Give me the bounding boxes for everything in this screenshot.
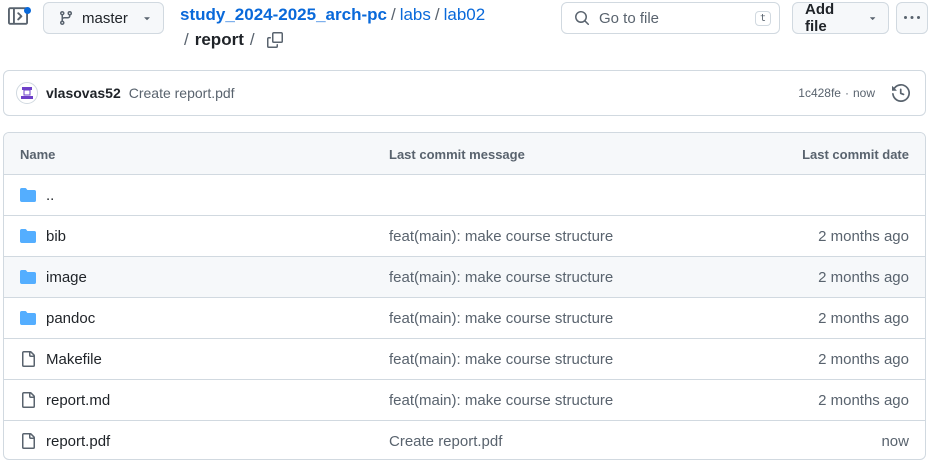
latest-commit-bar: vlasovas52 Create report.pdf 1c428fe · n… bbox=[3, 70, 926, 116]
folder-icon bbox=[20, 270, 36, 284]
breadcrumb-labs-link[interactable]: labs bbox=[400, 5, 431, 24]
file-name[interactable]: bib bbox=[46, 228, 66, 245]
more-options-button[interactable] bbox=[896, 2, 928, 34]
commit-author[interactable]: vlasovas52 bbox=[46, 85, 121, 101]
row-commit-message[interactable]: feat(main): make course structure bbox=[389, 310, 613, 327]
copy-icon bbox=[266, 32, 283, 48]
table-row[interactable]: pandoc feat(main): make course structure… bbox=[4, 298, 925, 339]
folder-icon bbox=[20, 188, 36, 202]
row-commit-message[interactable]: feat(main): make course structure bbox=[389, 228, 613, 245]
file-name[interactable]: Makefile bbox=[46, 351, 102, 368]
file-name[interactable]: pandoc bbox=[46, 310, 95, 327]
triangle-down-icon bbox=[144, 17, 150, 21]
folder-icon bbox=[20, 311, 36, 325]
avatar[interactable] bbox=[16, 82, 38, 104]
kebab-horizontal-icon bbox=[904, 16, 920, 19]
row-commit-date: 2 months ago bbox=[818, 350, 909, 368]
row-commit-message[interactable]: Create report.pdf bbox=[389, 433, 502, 450]
file-icon bbox=[22, 351, 35, 367]
breadcrumb-separator: / bbox=[184, 30, 189, 49]
commit-history-button[interactable] bbox=[889, 81, 913, 105]
breadcrumb-separator: / bbox=[249, 30, 255, 49]
table-row[interactable]: Makefile feat(main): make course structu… bbox=[4, 339, 925, 380]
branch-name: master bbox=[82, 9, 128, 27]
breadcrumb-current-folder: report bbox=[194, 30, 244, 49]
row-commit-message[interactable]: feat(main): make course structure bbox=[389, 269, 613, 286]
file-name[interactable]: image bbox=[46, 269, 87, 286]
go-to-file-search[interactable]: Go to file t bbox=[561, 2, 780, 34]
row-commit-date: 2 months ago bbox=[818, 227, 909, 245]
avatar-icon bbox=[21, 87, 33, 99]
table-row-parent-dir[interactable]: .. bbox=[4, 175, 925, 216]
row-commit-date: now bbox=[881, 433, 909, 450]
notification-dot bbox=[24, 7, 31, 14]
file-icon bbox=[22, 392, 35, 408]
search-shortcut-key: t bbox=[754, 10, 771, 26]
copy-path-button[interactable] bbox=[265, 30, 285, 50]
breadcrumb-repo-link[interactable]: study_2024-2025_arch-pc bbox=[180, 5, 387, 24]
row-commit-date: 2 months ago bbox=[818, 391, 909, 409]
commit-time: now bbox=[852, 86, 875, 100]
history-icon bbox=[892, 84, 910, 102]
folder-icon bbox=[20, 229, 36, 243]
row-commit-date: 2 months ago bbox=[818, 309, 909, 327]
search-icon bbox=[575, 11, 590, 26]
header-name: Name bbox=[20, 147, 56, 162]
add-file-label: Add file bbox=[805, 1, 835, 35]
row-commit-message[interactable]: feat(main): make course structure bbox=[389, 351, 613, 368]
file-icon bbox=[22, 433, 35, 449]
file-name[interactable]: .. bbox=[46, 187, 54, 204]
row-commit-message[interactable]: feat(main): make course structure bbox=[389, 392, 613, 409]
search-placeholder: Go to file bbox=[599, 9, 660, 27]
file-name[interactable]: report.md bbox=[46, 392, 110, 409]
table-row[interactable]: bib feat(main): make course structure 2 … bbox=[4, 216, 925, 257]
commit-sha[interactable]: 1c428fe bbox=[798, 86, 841, 100]
commit-message[interactable]: Create report.pdf bbox=[129, 85, 235, 101]
breadcrumb-separator: / bbox=[434, 5, 440, 24]
breadcrumb-lab02-link[interactable]: lab02 bbox=[444, 5, 486, 24]
branch-selector-button[interactable]: master bbox=[43, 2, 164, 34]
triangle-down-icon bbox=[869, 17, 875, 21]
commit-meta-separator: · bbox=[844, 86, 849, 100]
table-header: Name Last commit message Last commit dat… bbox=[4, 133, 925, 175]
file-name[interactable]: report.pdf bbox=[46, 433, 110, 450]
breadcrumb-current-line: / report / bbox=[184, 29, 285, 51]
breadcrumb-separator: / bbox=[390, 5, 396, 24]
table-row[interactable]: image feat(main): make course structure … bbox=[4, 257, 925, 298]
add-file-button[interactable]: Add file bbox=[792, 1, 889, 35]
row-commit-date: 2 months ago bbox=[818, 268, 909, 286]
file-table: Name Last commit message Last commit dat… bbox=[3, 132, 926, 460]
breadcrumb: study_2024-2025_arch-pc / labs / lab02 bbox=[180, 4, 485, 26]
header-last-commit-date: Last commit date bbox=[802, 147, 909, 162]
git-branch-icon bbox=[59, 11, 72, 26]
commit-meta: 1c428fe · now bbox=[798, 86, 875, 100]
table-row[interactable]: report.md feat(main): make course struct… bbox=[4, 380, 925, 421]
sidebar-toggle-button[interactable] bbox=[8, 6, 32, 30]
table-row[interactable]: report.pdf Create report.pdf now bbox=[4, 421, 925, 459]
header-last-commit-message: Last commit message bbox=[389, 147, 525, 162]
